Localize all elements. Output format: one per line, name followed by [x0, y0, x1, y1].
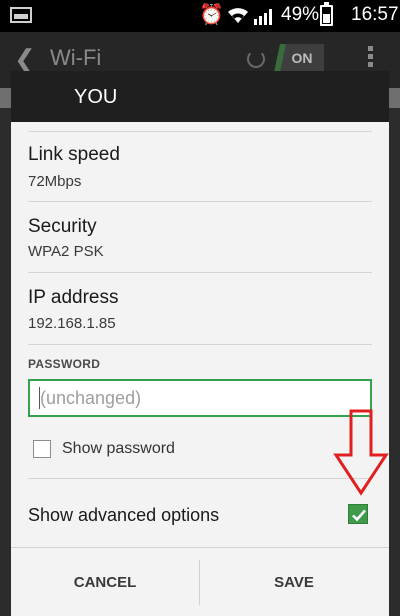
status-bar: ⏰ 49% 16:57: [0, 0, 400, 32]
security-value: WPA2 PSK: [28, 243, 104, 260]
password-input[interactable]: [28, 379, 372, 417]
battery-icon: [320, 2, 333, 26]
overflow-menu-icon[interactable]: [368, 46, 374, 70]
show-password-label: Show password: [62, 440, 175, 457]
divider: [28, 272, 372, 273]
checkmark-icon: [352, 509, 366, 522]
alarm-icon: ⏰: [199, 4, 224, 26]
link-speed-label: Link speed: [28, 144, 120, 165]
divider: [28, 478, 372, 479]
dialog-title: YOU: [74, 86, 118, 108]
signal-icon: [254, 9, 272, 25]
security-label: Security: [28, 216, 97, 237]
action-bar-title: Wi-Fi: [50, 45, 102, 70]
divider: [28, 344, 372, 345]
dialog-header: YOU: [11, 71, 389, 122]
divider: [28, 201, 372, 202]
dialog-footer: CANCEL SAVE: [11, 547, 389, 616]
show-advanced-options-checkbox[interactable]: [348, 504, 368, 524]
text-cursor: [39, 387, 40, 409]
wifi-network-dialog: YOU Link speed 72Mbps Security WPA2 PSK …: [11, 71, 389, 616]
cancel-button[interactable]: CANCEL: [11, 548, 199, 616]
save-button[interactable]: SAVE: [200, 548, 388, 616]
wifi-icon: [228, 8, 248, 23]
show-advanced-options-label: Show advanced options: [28, 505, 220, 525]
loading-spinner-icon: [247, 50, 265, 68]
show-password-checkbox[interactable]: [33, 440, 51, 458]
ip-address-value: 192.168.1.85: [28, 315, 116, 332]
image-notification-icon: [10, 7, 32, 23]
link-speed-value: 72Mbps: [28, 173, 82, 190]
battery-percent: 49%: [281, 4, 320, 25]
wifi-toggle[interactable]: ON: [280, 44, 324, 72]
divider: [28, 131, 372, 132]
password-label: PASSWORD: [28, 357, 101, 371]
clock: 16:57: [351, 4, 399, 25]
red-arrow-annotation: [333, 409, 389, 496]
ip-address-label: IP address: [28, 287, 119, 308]
